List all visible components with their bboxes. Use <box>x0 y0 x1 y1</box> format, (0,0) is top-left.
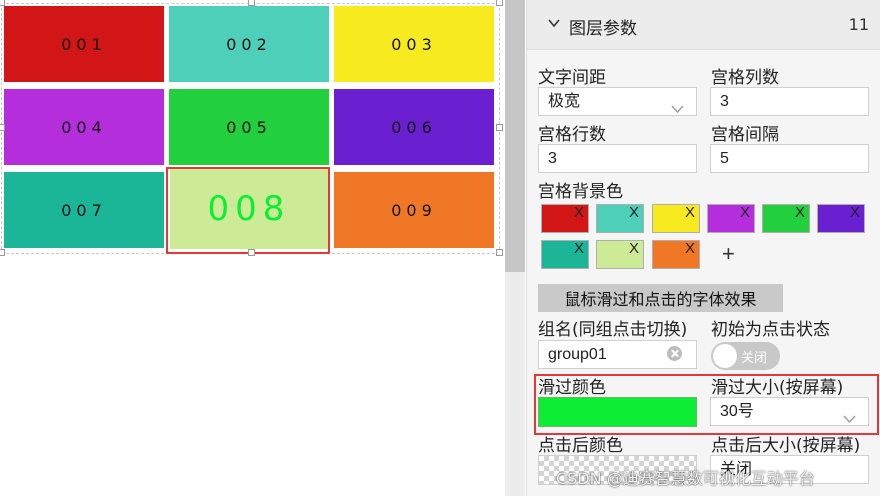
grid-cell-004[interactable]: 004 <box>4 89 164 165</box>
resize-handle[interactable] <box>0 249 5 256</box>
section-title-font-effects[interactable]: 鼠标滑过和点击的字体效果 <box>538 284 783 312</box>
bg-color-swatch[interactable]: X <box>652 240 700 269</box>
chevron-down-icon <box>843 406 856 433</box>
group-name-value: group01 <box>548 346 607 363</box>
grid-cell-006[interactable]: 006 <box>334 89 494 165</box>
panel-header[interactable]: 图层参数 11 <box>527 0 880 50</box>
grid-cell-003[interactable]: 003 <box>334 6 494 82</box>
grid-cell-001[interactable]: 001 <box>4 6 164 82</box>
remove-color-icon[interactable]: X <box>685 205 695 221</box>
text-spacing-select[interactable]: 极宽 <box>538 87 697 116</box>
remove-color-icon[interactable]: X <box>795 205 805 221</box>
resize-handle[interactable] <box>0 0 5 6</box>
click-size-label: 点击后大小(按屏幕) <box>711 436 861 456</box>
add-color-button[interactable]: + <box>722 242 742 266</box>
resize-handle[interactable] <box>248 0 255 6</box>
hover-size-label: 滑过大小(按屏幕) <box>711 378 844 398</box>
remove-color-icon[interactable]: X <box>574 241 584 257</box>
chevron-down-icon[interactable] <box>547 15 561 34</box>
remove-color-icon[interactable]: X <box>629 205 639 221</box>
columns-input[interactable]: 3 <box>710 87 869 116</box>
remove-color-icon[interactable]: X <box>850 205 860 221</box>
grid-cell-005[interactable]: 005 <box>169 89 329 165</box>
columns-value: 3 <box>720 93 729 110</box>
chevron-down-icon <box>671 96 684 123</box>
bg-color-swatch[interactable]: X <box>652 204 700 233</box>
initial-click-label: 初始为点击状态 <box>711 320 830 340</box>
gap-label: 宫格间隔 <box>711 125 779 145</box>
remove-color-icon[interactable]: X <box>740 205 750 221</box>
bg-color-swatch[interactable]: X <box>596 204 644 233</box>
remove-color-icon[interactable]: X <box>685 241 695 257</box>
hover-size-value: 30号 <box>720 403 754 420</box>
bg-color-swatch[interactable]: X <box>541 204 589 233</box>
group-name-label: 组名(同组点击切换) <box>538 320 688 340</box>
resize-handle[interactable] <box>496 249 503 256</box>
design-canvas[interactable]: 001 002 003 004 005 006 007 008 009 <box>0 0 505 496</box>
initial-click-toggle[interactable]: 关闭 <box>711 342 780 370</box>
remove-color-icon[interactable]: X <box>574 205 584 221</box>
panel-count: 11 <box>848 15 869 34</box>
click-color-label: 点击后颜色 <box>538 436 623 456</box>
grid-cell-008[interactable]: 008 <box>170 169 328 249</box>
gap-value: 5 <box>720 150 729 167</box>
bg-color-swatch[interactable]: X <box>762 204 810 233</box>
gap-input[interactable]: 5 <box>710 144 869 173</box>
grid-cell-002[interactable]: 002 <box>169 6 329 82</box>
bg-color-swatch[interactable]: X <box>541 240 589 269</box>
toggle-knob <box>713 344 737 368</box>
hover-color-picker[interactable] <box>538 397 697 427</box>
resize-handle[interactable] <box>496 0 503 6</box>
panel-title: 图层参数 <box>569 19 637 39</box>
grid-cell-007[interactable]: 007 <box>4 172 164 248</box>
bg-color-swatch[interactable]: X <box>817 204 865 233</box>
resize-handle[interactable] <box>248 249 255 256</box>
rows-input[interactable]: 3 <box>538 144 697 173</box>
hover-size-select[interactable]: 30号 <box>710 397 869 426</box>
hover-color-label: 滑过颜色 <box>538 378 606 398</box>
watermark: CSDN @迪赛智慧数可视化互动平台 <box>556 469 815 488</box>
rows-value: 3 <box>548 150 557 167</box>
rows-label: 宫格行数 <box>538 125 606 145</box>
resize-handle[interactable] <box>496 124 503 131</box>
bg-color-swatch[interactable]: X <box>707 204 755 233</box>
grid-cell-009[interactable]: 009 <box>334 172 494 248</box>
bg-colors-label: 宫格背景色 <box>538 182 623 202</box>
text-spacing-label: 文字间距 <box>538 68 606 88</box>
clear-icon[interactable] <box>667 346 682 361</box>
resize-handle[interactable] <box>0 124 5 131</box>
columns-label: 宫格列数 <box>711 68 779 88</box>
remove-color-icon[interactable]: X <box>629 241 639 257</box>
canvas-scrollbar-thumb[interactable] <box>505 0 525 272</box>
bg-color-swatch[interactable]: X <box>596 240 644 269</box>
text-spacing-value: 极宽 <box>548 93 581 110</box>
toggle-text: 关闭 <box>741 351 768 366</box>
